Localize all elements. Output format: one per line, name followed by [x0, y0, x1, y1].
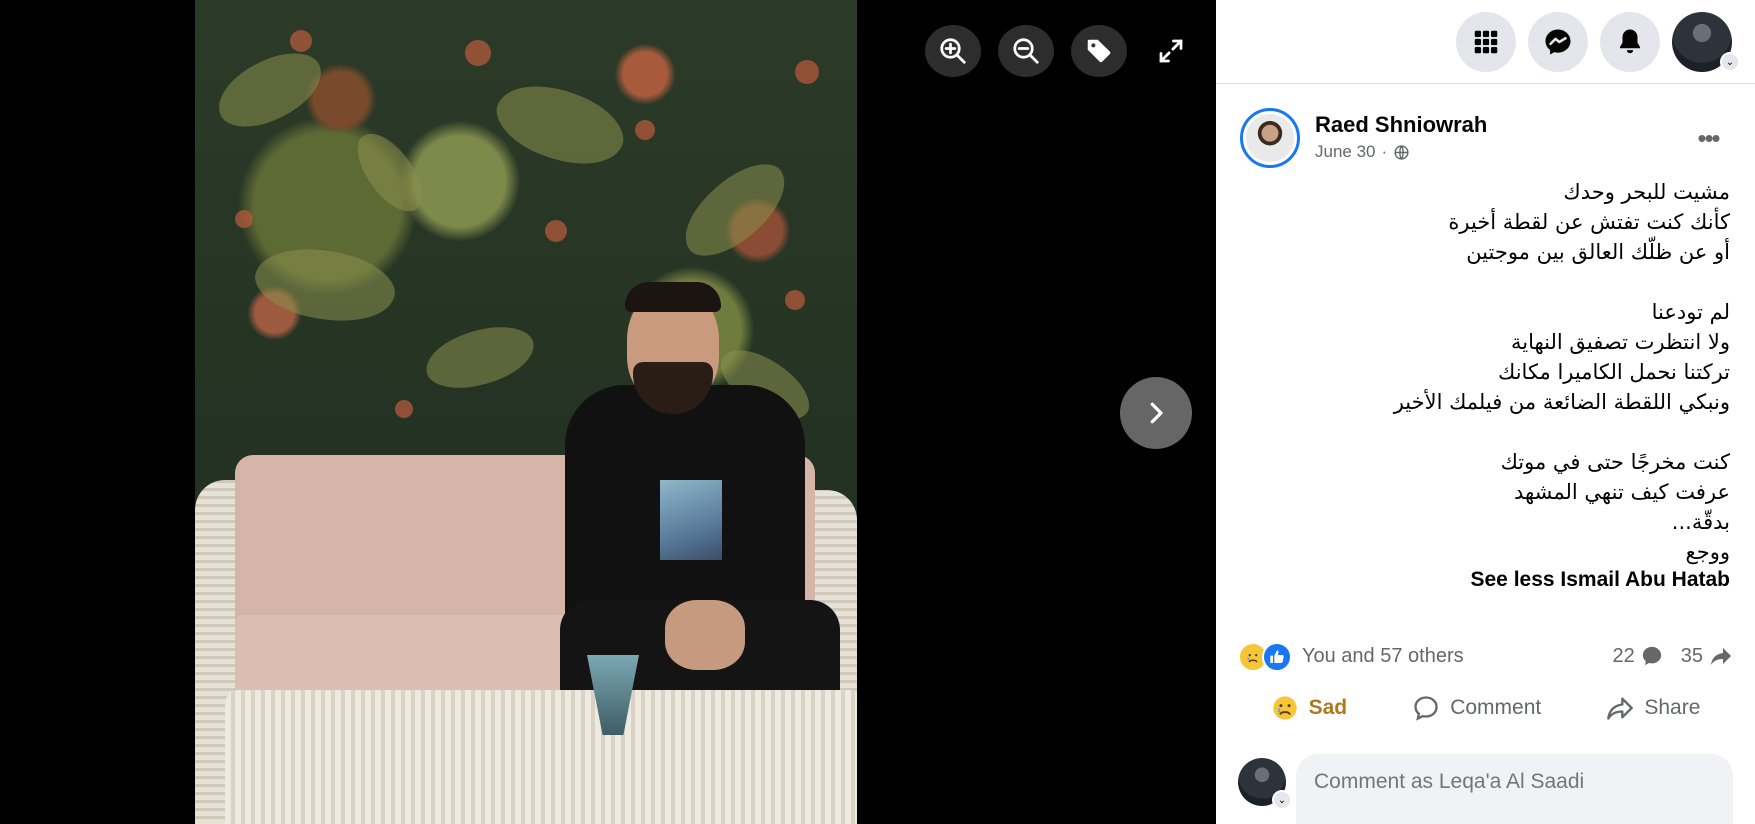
messenger-icon [1545, 29, 1571, 55]
shares-count-value: 35 [1680, 644, 1703, 667]
post-date[interactable]: June 30 [1315, 142, 1376, 162]
comment-bubble-icon [1642, 646, 1661, 666]
sad-face-icon [1272, 696, 1297, 720]
tag-icon [1087, 39, 1111, 63]
sad-label: Sad [1308, 696, 1348, 719]
post-line: كأنك كنت تفتش عن لقطة أخيرة [1448, 210, 1730, 234]
share-label: Share [1644, 696, 1701, 719]
post-line: ونبكي اللقطة الضائعة من فيلمك الأخير [1393, 390, 1730, 414]
comments-count-value: 22 [1612, 644, 1635, 667]
comment-icon [1414, 696, 1438, 721]
notifications-bell-icon [1620, 29, 1640, 54]
notifications-button[interactable] [1600, 12, 1660, 72]
share-icon [1607, 697, 1634, 720]
comment-input[interactable] [1296, 754, 1733, 824]
next-photo-button[interactable] [1120, 377, 1192, 449]
post-line: ولا انتظرت تصفيق النهاية [1510, 330, 1730, 354]
globe-icon [1394, 144, 1409, 160]
post-line-blank [1250, 417, 1730, 447]
post-line: تركتنا نحمل الكاميرا مكانك [1498, 360, 1730, 384]
post-line: لم تودعنا [1651, 300, 1730, 324]
post-header: Raed Shniowrah June 30 · ••• [1240, 108, 1730, 172]
see-less-link[interactable]: See less Ismail Abu Hatab [1471, 568, 1731, 592]
messenger-button[interactable] [1528, 12, 1588, 72]
shares-count[interactable]: 35 [1681, 644, 1733, 668]
zoom-in-button[interactable] [925, 25, 981, 77]
fullscreen-button[interactable] [1143, 25, 1199, 77]
post-line: ووجع [1685, 540, 1730, 564]
more-options-button[interactable]: ••• [1686, 116, 1730, 160]
post-actions: Sad Comment Share [1238, 686, 1733, 730]
photo-viewer [0, 0, 1216, 824]
author-name[interactable]: Raed Shniowrah [1315, 112, 1487, 138]
engagement-counts: 22 35 [1599, 644, 1734, 668]
top-navigation: ⌄ [1216, 0, 1755, 84]
share-arrow-icon [1711, 648, 1731, 665]
comment-label: Comment [1450, 696, 1542, 719]
tag-photo-button[interactable] [1071, 25, 1127, 77]
meta-separator: · [1381, 142, 1388, 161]
reaction-icons[interactable] [1238, 642, 1292, 672]
post-meta: June 30 · [1315, 142, 1410, 162]
menu-grid-icon [1474, 30, 1498, 54]
chevron-right-icon [1150, 402, 1163, 424]
sad-reaction-button[interactable]: Sad [1257, 686, 1362, 730]
menu-button[interactable] [1456, 12, 1516, 72]
zoom-out-button[interactable] [998, 25, 1054, 77]
fullscreen-icon [1159, 39, 1183, 63]
author-avatar[interactable] [1240, 108, 1300, 168]
post-line: كنت مخرجًا حتى في موتك [1500, 450, 1730, 474]
comment-button[interactable]: Comment [1398, 686, 1555, 730]
post-line-blank [1250, 267, 1730, 297]
post-line: بدقّة... [1671, 510, 1730, 534]
post-line: مشيت للبحر وحدك [1563, 180, 1730, 204]
reactions-summary: You and 57 others 22 35 [1238, 640, 1733, 674]
comment-composer: ⌄ [1238, 752, 1733, 824]
share-button[interactable]: Share [1592, 686, 1714, 730]
chevron-down-icon[interactable]: ⌄ [1272, 790, 1292, 810]
post-line: عرفت كيف تنهي المشهد [1513, 480, 1730, 504]
reactions-count-text[interactable]: You and 57 others [1302, 645, 1464, 668]
zoom-out-icon [1013, 38, 1039, 64]
comments-count[interactable]: 22 [1613, 645, 1663, 668]
post-text: مشيت للبحر وحدك كأنك كنت تفتش عن لقطة أخ… [1250, 177, 1730, 567]
post-line: أو عن ظلّك العالق بين موجتين [1466, 240, 1730, 264]
zoom-in-icon [940, 38, 966, 64]
post-photo[interactable] [195, 0, 857, 824]
chevron-down-icon[interactable]: ⌄ [1720, 52, 1740, 72]
like-reaction-icon [1262, 642, 1292, 672]
post-detail-panel: ⌄ Raed Shniowrah June 30 · ••• مشيت للبح… [1216, 0, 1755, 824]
